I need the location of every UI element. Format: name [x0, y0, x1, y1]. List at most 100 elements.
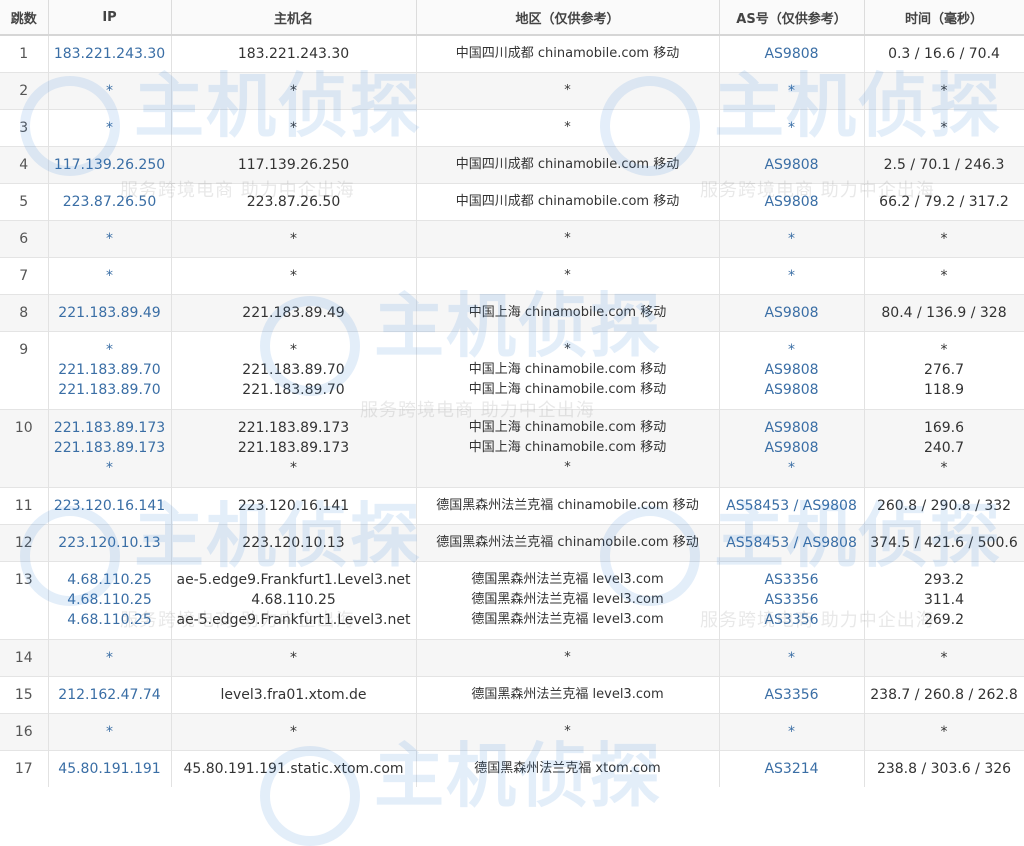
asn-cell-line[interactable]: AS58453 / AS9808: [720, 496, 864, 516]
time-cell-line: *: [940, 267, 948, 284]
hostname-cell-line: *: [290, 82, 297, 99]
location-cell: 中国四川成都 chinamobile.com 移动: [416, 34, 720, 72]
asn-cell: AS9808: [719, 293, 865, 331]
ip-cell: * 221.183.89.70 221.183.89.70: [48, 330, 172, 409]
asn-cell: * AS9808 AS9808: [719, 330, 865, 409]
time-cell: 293.2 311.4 269.2: [864, 560, 1024, 639]
hostname-cell: ae-5.edge9.Frankfurt1.Level3.net 4.68.110…: [171, 560, 417, 639]
location-cell-line: 德国黑森州法兰克福 level3.com: [471, 686, 664, 702]
ip-cell-line[interactable]: 221.183.89.173: [49, 438, 171, 458]
ip-cell-line[interactable]: 212.162.47.74: [49, 685, 171, 705]
table-row: 5 223.87.26.50 223.87.26.50 中国四川成都 chinamob…: [0, 182, 1024, 220]
ip-cell: 212.162.47.74: [48, 675, 172, 713]
hostname-cell: 117.139.26.250: [171, 145, 417, 183]
ip-cell-line[interactable]: 223.120.16.141: [49, 496, 171, 516]
time-cell-line: 293.2: [923, 572, 965, 588]
asn-cell-line[interactable]: AS9808: [720, 360, 864, 380]
ip-cell-line[interactable]: 4.68.110.25: [49, 570, 171, 590]
time-cell-line: 276.7: [923, 362, 965, 378]
ip-cell-line[interactable]: 4.68.110.25: [49, 610, 171, 630]
location-cell-line: 中国上海 chinamobile.com 移动: [468, 362, 667, 377]
ip-cell-line[interactable]: 221.183.89.49: [49, 303, 171, 323]
asn-cell: AS9808: [719, 182, 865, 220]
location-cell-line: 德国黑森州法兰克福 chinamobile.com 移动: [436, 497, 699, 513]
asn-cell-line[interactable]: AS3356: [720, 685, 864, 705]
location-cell: 德国黑森州法兰克福 level3.com 德国黑森州法兰克福 level3.com…: [416, 560, 720, 639]
hostname-cell: 221.183.89.173 221.183.89.173 *: [171, 408, 417, 487]
table-row: 9 * 221.183.89.70 221.183.89.70 * 221.183.89.…: [0, 330, 1024, 409]
ip-cell-line[interactable]: 221.183.89.70: [49, 380, 171, 400]
time-cell: *: [864, 219, 1024, 257]
time-cell-line: 240.7: [923, 440, 965, 456]
time-cell-line: *: [940, 342, 948, 358]
location-cell-line: 中国四川成都 chinamobile.com 移动: [455, 193, 680, 209]
ip-cell-line: *: [106, 119, 113, 136]
asn-cell-line[interactable]: AS58453 / AS9808: [720, 533, 864, 553]
ip-cell-line[interactable]: 223.87.26.50: [49, 192, 171, 212]
ip-cell-line[interactable]: 4.68.110.25: [49, 590, 171, 610]
hostname-cell: *: [171, 638, 417, 676]
location-cell-line: 中国上海 chinamobile.com 移动: [468, 304, 667, 320]
location-cell-line: 德国黑森州法兰克福 chinamobile.com 移动: [436, 534, 699, 550]
time-cell-line: 80.4 / 136.9 / 328: [881, 304, 1007, 321]
time-cell: *: [864, 638, 1024, 676]
hop-cell: 13: [0, 560, 49, 639]
asn-cell-line[interactable]: AS9808: [720, 418, 864, 438]
table-header-row: 跳数 IP 主机名 地区（仅供参考） AS号（仅供参考） 时间（毫秒）: [0, 0, 1024, 36]
ip-cell-line[interactable]: 223.120.10.13: [49, 533, 171, 553]
asn-cell-line[interactable]: AS3356: [720, 590, 864, 610]
ip-cell-line[interactable]: 183.221.243.30: [49, 44, 171, 64]
asn-cell-line[interactable]: AS9808: [720, 303, 864, 323]
location-cell: 中国四川成都 chinamobile.com 移动: [416, 145, 720, 183]
ip-cell: 221.183.89.49: [48, 293, 172, 331]
location-cell: 德国黑森州法兰克福 xtom.com: [416, 749, 720, 787]
asn-cell-line[interactable]: AS9808: [720, 438, 864, 458]
asn-cell-line[interactable]: AS9808: [720, 44, 864, 64]
ip-cell-line[interactable]: 117.139.26.250: [49, 155, 171, 175]
ip-cell: 223.120.16.141: [48, 486, 172, 524]
header-hop: 跳数: [0, 0, 49, 36]
location-cell-line: 中国四川成都 chinamobile.com 移动: [455, 45, 680, 61]
asn-cell-line: *: [788, 82, 795, 99]
time-cell-line: *: [940, 230, 948, 247]
location-cell: 中国四川成都 chinamobile.com 移动: [416, 182, 720, 220]
location-cell-line: *: [564, 82, 571, 98]
hostname-cell: * 221.183.89.70 221.183.89.70: [171, 330, 417, 409]
location-cell-line: 德国黑森州法兰克福 level3.com: [471, 612, 664, 627]
ip-cell-line: *: [106, 342, 113, 358]
table-row: 16 * * * * *: [0, 712, 1024, 750]
asn-cell-line[interactable]: AS9808: [720, 192, 864, 212]
hostname-cell-line: ae-5.edge9.Frankfurt1.Level3.net: [176, 612, 411, 628]
asn-cell-line: *: [788, 119, 795, 136]
time-cell: 238.8 / 303.6 / 326: [864, 749, 1024, 787]
hostname-cell-line: level3.fra01.xtom.de: [220, 686, 367, 703]
asn-cell: AS9808: [719, 34, 865, 72]
ip-cell-line[interactable]: 45.80.191.191: [49, 759, 171, 779]
time-cell-line: *: [940, 82, 948, 99]
location-cell-line: *: [564, 342, 571, 357]
table-row: 17 45.80.191.191 45.80.191.191.static.xtom…: [0, 749, 1024, 787]
asn-cell-line[interactable]: AS3356: [720, 570, 864, 590]
asn-cell-line[interactable]: AS3214: [720, 759, 864, 779]
location-cell-line: 德国黑森州法兰克福 xtom.com: [474, 760, 661, 776]
hostname-cell-line: 183.221.243.30: [237, 45, 350, 62]
ip-cell-line[interactable]: 221.183.89.173: [49, 418, 171, 438]
asn-cell-line[interactable]: AS9808: [720, 380, 864, 400]
hostname-cell-line: 223.120.10.13: [242, 534, 345, 551]
ip-cell: 223.120.10.13: [48, 523, 172, 561]
asn-cell-line[interactable]: AS3356: [720, 610, 864, 630]
asn-cell-line[interactable]: AS9808: [720, 155, 864, 175]
ip-cell-line[interactable]: 221.183.89.70: [49, 360, 171, 380]
hostname-cell: 183.221.243.30: [171, 34, 417, 72]
location-cell: *: [416, 108, 720, 146]
hostname-cell-line: 221.183.89.70: [242, 362, 345, 378]
hop-cell: 15: [0, 675, 49, 713]
time-cell-line: *: [940, 723, 948, 740]
hop-cell: 11: [0, 486, 49, 524]
hop-cell: 1: [0, 34, 49, 72]
hop-cell: 3: [0, 108, 49, 146]
location-cell: *: [416, 638, 720, 676]
location-cell: 德国黑森州法兰克福 level3.com: [416, 675, 720, 713]
location-cell-line: 中国上海 chinamobile.com 移动: [468, 420, 667, 435]
time-cell: 260.8 / 290.8 / 332: [864, 486, 1024, 524]
